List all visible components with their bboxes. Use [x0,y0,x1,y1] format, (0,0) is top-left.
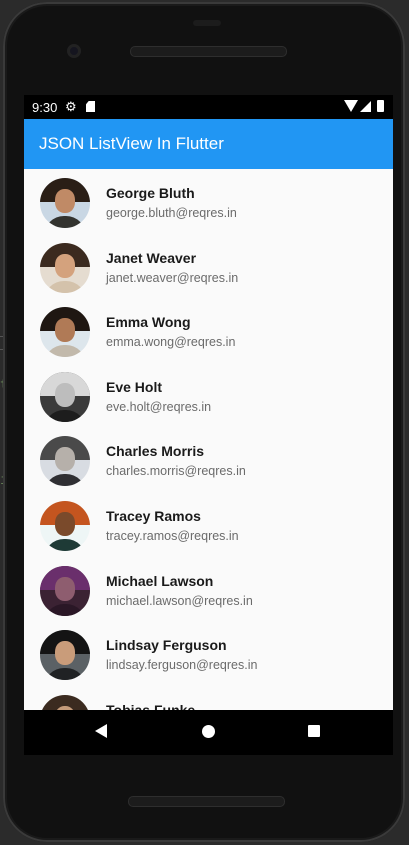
app-bar: JSON ListView In Flutter [24,119,393,169]
avatar-face [55,447,75,472]
list-item[interactable]: Lindsay Ferguson lindsay.ferguson@reqres.… [24,622,393,686]
bottom-speaker-grille [128,796,285,807]
avatar-face [55,641,75,666]
avatar-face [55,382,75,407]
signal-icon [360,101,371,112]
user-name: George Bluth [106,185,195,201]
avatar-shirt [44,668,86,681]
avatar-face [55,576,75,601]
avatar-face [55,512,75,536]
avatar [40,242,90,293]
list-item[interactable]: Tobias Funke [24,687,393,710]
recents-icon[interactable] [308,725,320,737]
user-name: Charles Morris [106,443,205,460]
list-item[interactable]: George Bluth george.bluth@reqres.in [24,170,393,234]
phone-screen: 9:30 ⚙ JSON ListView In Flutter George B… [24,95,393,755]
user-name: Tracey Ramos [106,508,201,524]
avatar [40,371,90,422]
list-item[interactable]: Emma Wong emma.wong@reqres.in [24,299,393,363]
user-name: Tobias Funke [106,701,196,710]
wifi-icon [344,100,358,112]
list-item[interactable]: Michael Lawson michael.lawson@reqres.in [24,558,393,622]
settings-icon: ⚙ [65,99,77,114]
user-name: Emma Wong [106,314,191,331]
user-email: tracey.ramos@reqres.in [106,529,239,543]
avatar-shirt [44,603,86,616]
navigation-bar [24,710,393,755]
user-email: emma.wong@reqres.in [106,335,236,350]
list-item[interactable]: Charles Morris charles.morris@reqres.in [24,428,393,492]
battery-icon [377,100,384,112]
page-title: JSON ListView In Flutter [39,134,224,153]
avatar-shirt [44,409,86,422]
avatar-shirt [44,474,86,487]
user-email: lindsay.ferguson@reqres.in [106,658,258,673]
status-bar: 9:30 ⚙ [24,95,393,119]
list-item[interactable]: Tracey Ramos tracey.ramos@reqres.in [24,493,393,557]
avatar-shirt [44,345,86,358]
avatar [40,501,90,551]
avatar-face [55,189,75,213]
user-name: Lindsay Ferguson [106,637,227,654]
list-item[interactable]: Janet Weaver janet.weaver@reqres.in [24,235,393,299]
avatar-shirt [44,280,86,293]
avatar [40,436,90,487]
avatar-face [55,318,75,343]
sd-card-icon [86,101,95,112]
top-speaker-grille [130,46,287,57]
back-icon[interactable] [95,724,107,738]
user-name: Michael Lawson [106,572,214,589]
status-time: 9:30 [32,100,58,115]
user-name: Eve Holt [106,378,163,395]
avatar [40,565,90,616]
user-email: george.bluth@reqres.in [106,206,237,220]
front-camera [67,44,81,58]
avatar [40,178,90,228]
phone-frame: 9:30 ⚙ JSON ListView In Flutter George B… [3,2,405,842]
avatar-face [55,253,75,278]
avatar [40,694,90,710]
user-email: michael.lawson@reqres.in [106,593,253,608]
avatar-shirt [44,539,86,551]
user-email: charles.morris@reqres.in [106,464,246,479]
avatar [40,630,90,681]
user-list[interactable]: George Bluth george.bluth@reqres.in Janet … [24,169,393,710]
user-email: eve.holt@reqres.in [106,399,212,414]
user-email: janet.weaver@reqres.in [106,270,239,285]
avatar [40,307,90,358]
user-name: Janet Weaver [106,249,197,266]
earpiece [193,20,221,26]
list-item[interactable]: Eve Holt eve.holt@reqres.in [24,364,393,428]
home-icon[interactable] [202,725,215,738]
avatar-shirt [44,216,86,228]
